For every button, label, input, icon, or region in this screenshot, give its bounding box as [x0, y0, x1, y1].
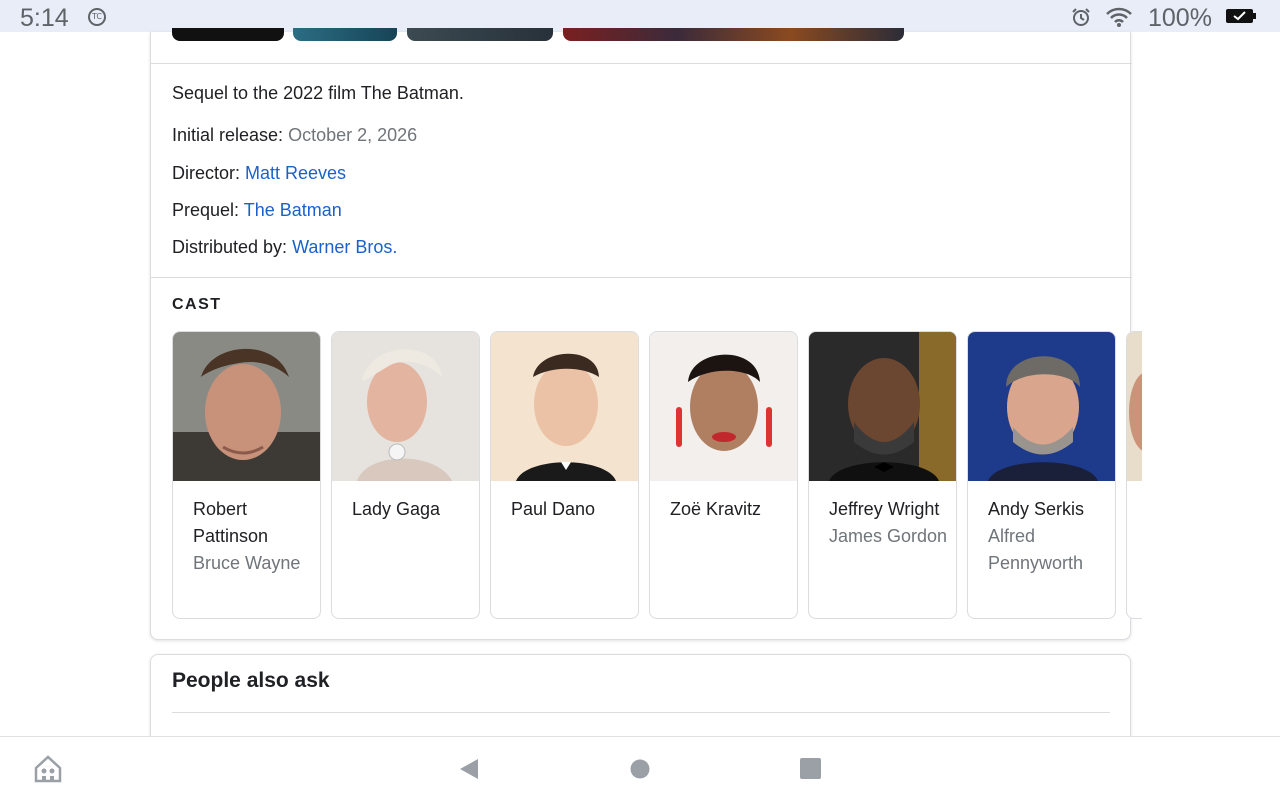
fact-label: Prequel: [172, 200, 244, 220]
image-strip [151, 28, 1132, 64]
tc-badge-icon: TC [88, 8, 106, 26]
cast-card[interactable]: Jeffrey Wright James Gordon [808, 331, 957, 619]
knowledge-panel-card: Sequel to the 2022 film The Batman. Init… [150, 28, 1142, 640]
recents-icon[interactable] [800, 758, 821, 784]
fact-label: Distributed by: [172, 237, 293, 257]
cast-photo [968, 332, 1115, 481]
cast-photo [332, 332, 479, 481]
cast-carousel[interactable]: Robert Pattinson Bruce Wayne Lady Gaga P… [172, 331, 1142, 621]
fact-label: Initial release: [172, 125, 289, 145]
fact-prequel: Prequel: The Batman [172, 200, 342, 221]
cast-card[interactable]: Robert Pattinson Bruce Wayne [172, 331, 321, 619]
cast-card[interactable] [1126, 331, 1142, 619]
cast-card[interactable]: Zoë Kravitz [649, 331, 798, 619]
cast-name: Andy Serkis Alfred Pennyworth [988, 496, 1108, 577]
cast-heading: CAST [172, 296, 222, 313]
cast-name: Lady Gaga [352, 496, 472, 523]
section-divider [172, 712, 1110, 713]
fact-value: October 2, 2026 [288, 125, 418, 145]
cast-role: Alfred Pennyworth [988, 526, 1084, 573]
image-thumbnail[interactable] [293, 28, 397, 41]
image-thumbnail[interactable] [563, 28, 904, 41]
cast-actor: Paul Dano [511, 499, 596, 519]
cast-photo [173, 332, 320, 481]
fact-initial-release: Initial release: October 2, 2026 [172, 125, 417, 146]
wifi-icon [1105, 6, 1133, 33]
section-divider [151, 277, 1132, 278]
prequel-link[interactable]: The Batman [244, 200, 342, 220]
status-time: 5:14 [20, 4, 69, 32]
cast-actor: Jeffrey Wright [829, 499, 940, 519]
cast-card[interactable]: Paul Dano [490, 331, 639, 619]
cast-role: James Gordon [829, 526, 948, 546]
fact-label: Director: [172, 163, 246, 183]
people-also-ask-title: People also ask [172, 669, 330, 692]
cast-card[interactable]: Andy Serkis Alfred Pennyworth [967, 331, 1116, 619]
image-thumbnail[interactable] [172, 28, 284, 41]
cast-actor: Zoë Kravitz [670, 499, 762, 519]
cast-name: Paul Dano [511, 496, 631, 523]
home-icon[interactable] [630, 759, 650, 784]
cast-name: Zoë Kravitz [670, 496, 790, 523]
image-thumbnail[interactable] [407, 28, 553, 41]
cast-role: Bruce Wayne [193, 553, 301, 573]
cast-photo [1127, 332, 1142, 481]
fact-director: Director: Matt Reeves [172, 163, 346, 184]
cast-photo [650, 332, 797, 481]
film-description: Sequel to the 2022 film The Batman. [172, 83, 464, 103]
fact-distributor: Distributed by: Warner Bros. [172, 237, 397, 258]
cast-card[interactable]: Lady Gaga [331, 331, 480, 619]
back-icon[interactable] [458, 757, 480, 786]
director-link[interactable]: Matt Reeves [245, 163, 346, 183]
cast-name: Jeffrey Wright James Gordon [829, 496, 949, 550]
battery-percent: 100% [1148, 4, 1212, 32]
home-assist-icon[interactable] [33, 754, 63, 789]
alarm-icon [1071, 7, 1091, 32]
navigation-bar [0, 736, 1280, 800]
cast-actor: Robert Pattinson [193, 499, 269, 546]
cast-photo [809, 332, 956, 481]
cast-name: Robert Pattinson Bruce Wayne [193, 496, 313, 577]
battery-icon [1226, 9, 1256, 28]
cast-actor: Andy Serkis [988, 499, 1085, 519]
cast-actor: Lady Gaga [352, 499, 441, 519]
distributor-link[interactable]: Warner Bros. [292, 237, 397, 257]
cast-photo [491, 332, 638, 481]
